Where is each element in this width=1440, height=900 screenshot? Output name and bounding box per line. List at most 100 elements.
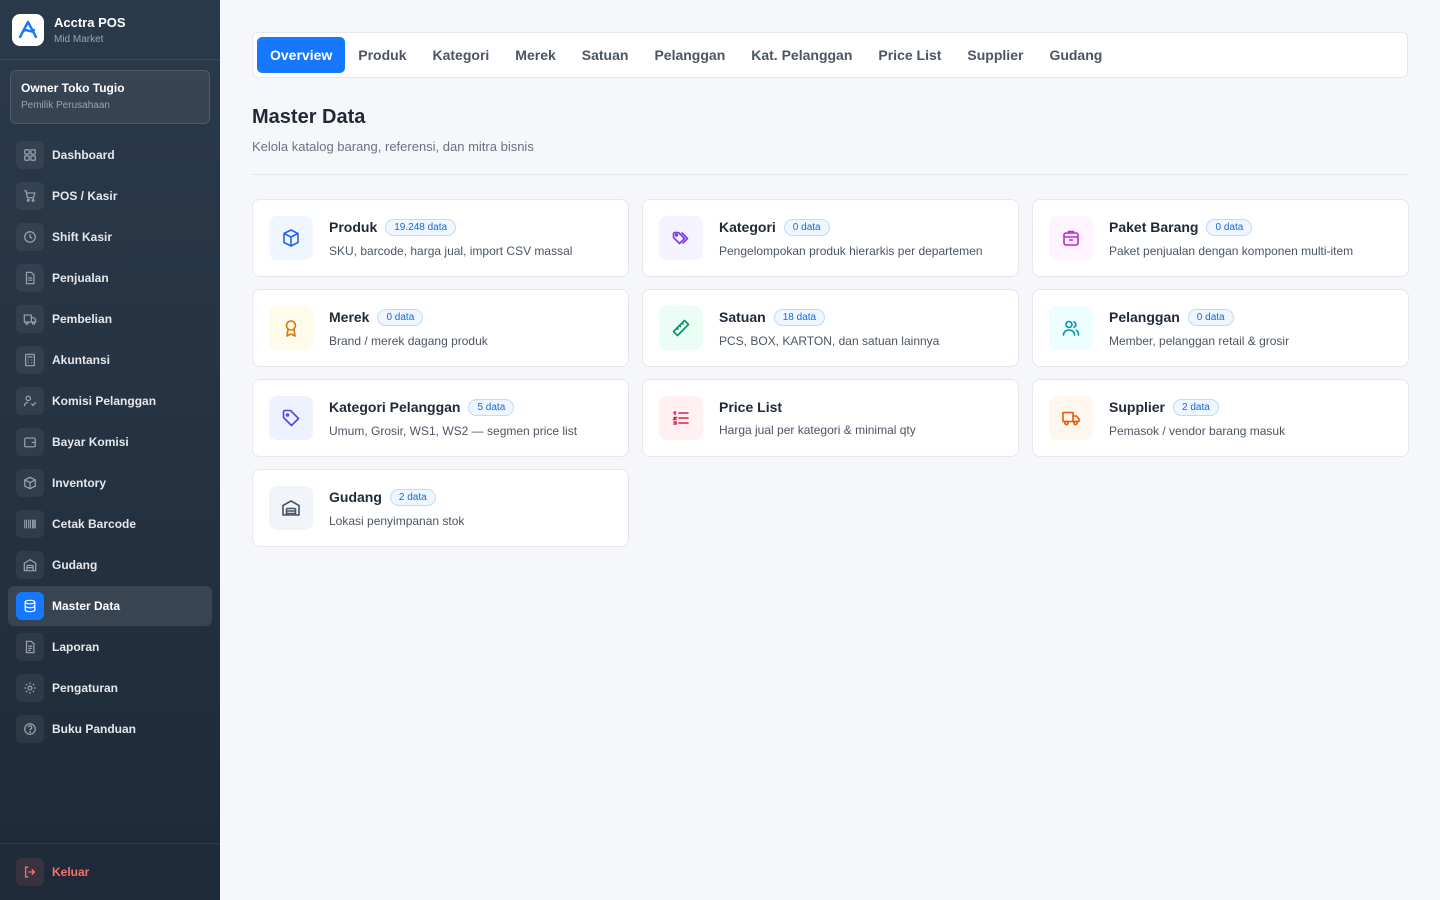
sidebar-item-dashboard[interactable]: Dashboard [8,135,212,175]
database-icon [16,592,44,620]
wallet-icon [16,428,44,456]
card-description: Pemasok / vendor barang masuk [1109,423,1286,438]
report-icon [16,633,44,661]
card-description: Harga jual per kategori & minimal qty [719,423,916,437]
card-produk[interactable]: Produk 19.248 data SKU, barcode, harga j… [252,199,629,277]
warehouse-icon [269,486,313,530]
sidebar-item-komisi-pelanggan[interactable]: Komisi Pelanggan [8,381,212,421]
main-content: Overview Produk Kategori Merek Satuan Pe… [220,0,1440,900]
card-title: Satuan [719,309,766,325]
sidebar-item-penjualan[interactable]: Penjualan [8,258,212,298]
barcode-icon [16,510,44,538]
card-merek[interactable]: Merek 0 data Brand / merek dagang produk [252,289,629,367]
truck-icon [16,305,44,333]
sidebar-item-inventory[interactable]: Inventory [8,463,212,503]
sidebar-item-shift-kasir[interactable]: Shift Kasir [8,217,212,257]
count-badge: 19.248 data [385,218,457,236]
card-kategori[interactable]: Kategori 0 data Pengelompokan produk hie… [642,199,1019,277]
sidebar-item-akuntansi[interactable]: Akuntansi [8,340,212,380]
tab-kat-pelanggan[interactable]: Kat. Pelanggan [738,37,865,73]
tab-kategori[interactable]: Kategori [420,37,503,73]
divider [252,174,1408,175]
card-kategori-pelanggan[interactable]: Kategori Pelanggan 5 data Umum, Grosir, … [252,379,629,457]
card-title: Produk [329,219,378,235]
card-gudang[interactable]: Gudang 2 data Lokasi penyimpanan stok [252,469,629,547]
page-title: Master Data [252,106,366,128]
sidebar-item-pos[interactable]: POS / Kasir [8,176,212,216]
sidebar-item-buku-panduan[interactable]: Buku Panduan [8,709,212,749]
sidebar-item-laporan[interactable]: Laporan [8,627,212,667]
card-satuan[interactable]: Satuan 18 data PCS, BOX, KARTON, dan sat… [642,289,1019,367]
sidebar-item-bayar-komisi[interactable]: Bayar Komisi [8,422,212,462]
tags-icon [659,216,703,260]
card-description: Member, pelanggan retail & grosir [1109,333,1290,348]
page-subtitle: Kelola katalog barang, referensi, dan mi… [252,139,534,154]
tab-pelanggan[interactable]: Pelanggan [641,37,738,73]
card-description: Pengelompokan produk hierarkis per depar… [719,243,983,258]
calculator-icon [16,346,44,374]
tab-bar: Overview Produk Kategori Merek Satuan Pe… [252,32,1408,78]
sidebar-item-gudang[interactable]: Gudang [8,545,212,585]
card-title: Paket Barang [1109,219,1199,235]
grid-icon [16,141,44,169]
card-title: Gudang [329,489,382,505]
sidebar-item-label: Dashboard [52,148,115,162]
gear-icon [16,674,44,702]
sidebar-item-label: Bayar Komisi [52,435,129,449]
tab-supplier[interactable]: Supplier [954,37,1036,73]
package-icon [1049,216,1093,260]
count-badge: 5 data [468,398,515,416]
count-badge: 2 data [1173,398,1219,416]
user-card[interactable]: Owner Toko Tugio Pemilik Perusahaan [10,70,210,124]
card-description: Lokasi penyimpanan stok [329,513,465,528]
sidebar-item-label: POS / Kasir [52,189,118,203]
count-badge: 18 data [773,308,826,326]
user-check-icon [16,387,44,415]
tab-produk[interactable]: Produk [345,37,419,73]
card-title: Supplier [1109,399,1166,415]
warehouse-icon [16,551,44,579]
card-description: PCS, BOX, KARTON, dan satuan lainnya [719,333,940,348]
card-paket-barang[interactable]: Paket Barang 0 data Paket penjualan deng… [1032,199,1409,277]
tab-merek[interactable]: Merek [502,37,568,73]
tab-satuan[interactable]: Satuan [569,37,642,73]
brand-logo [12,13,44,46]
master-data-grid: Produk 19.248 data SKU, barcode, harga j… [252,199,1409,547]
sidebar-item-label: Gudang [52,558,98,572]
card-description: SKU, barcode, harga jual, import CSV mas… [329,243,573,258]
logout-icon [16,858,44,886]
award-icon [269,306,313,350]
card-title: Pelanggan [1109,309,1180,325]
brand[interactable]: Acctra POS Mid Market [0,0,220,60]
tag-icon [269,396,313,440]
tab-price-list[interactable]: Price List [865,37,954,73]
card-supplier[interactable]: Supplier 2 data Pemasok / vendor barang … [1032,379,1409,457]
sidebar-item-label: Laporan [52,640,100,654]
tab-overview[interactable]: Overview [257,37,346,73]
sidebar-item-master-data[interactable]: Master Data [8,586,212,626]
tab-gudang[interactable]: Gudang [1036,37,1115,73]
count-badge: 0 data [1187,308,1234,326]
logout-button[interactable]: Keluar [16,858,89,886]
sidebar-item-label: Akuntansi [52,353,111,367]
users-icon [1049,306,1093,350]
truck-icon [1049,396,1093,440]
list-icon [659,396,703,440]
sidebar-item-label: Komisi Pelanggan [52,394,157,408]
sidebar-item-pengaturan[interactable]: Pengaturan [8,668,212,708]
count-badge: 0 data [1206,218,1253,236]
card-pelanggan[interactable]: Pelanggan 0 data Member, pelanggan retai… [1032,289,1409,367]
sidebar-item-cetak-barcode[interactable]: Cetak Barcode [8,504,212,544]
sidebar-item-label: Master Data [52,599,121,613]
card-description: Umum, Grosir, WS1, WS2 — segmen price li… [329,423,578,438]
brand-name: Acctra POS [54,14,126,30]
brand-tier: Mid Market [54,33,104,45]
count-badge: 0 data [377,308,424,326]
page-header: Master Data Kelola katalog barang, refer… [252,106,1408,154]
card-price-list[interactable]: Price List Harga jual per kategori & min… [642,379,1019,457]
sidebar-item-pembelian[interactable]: Pembelian [8,299,212,339]
count-badge: 0 data [783,218,830,236]
user-name: Owner Toko Tugio [21,81,125,95]
box-icon [16,469,44,497]
sidebar-item-label: Inventory [52,476,107,490]
